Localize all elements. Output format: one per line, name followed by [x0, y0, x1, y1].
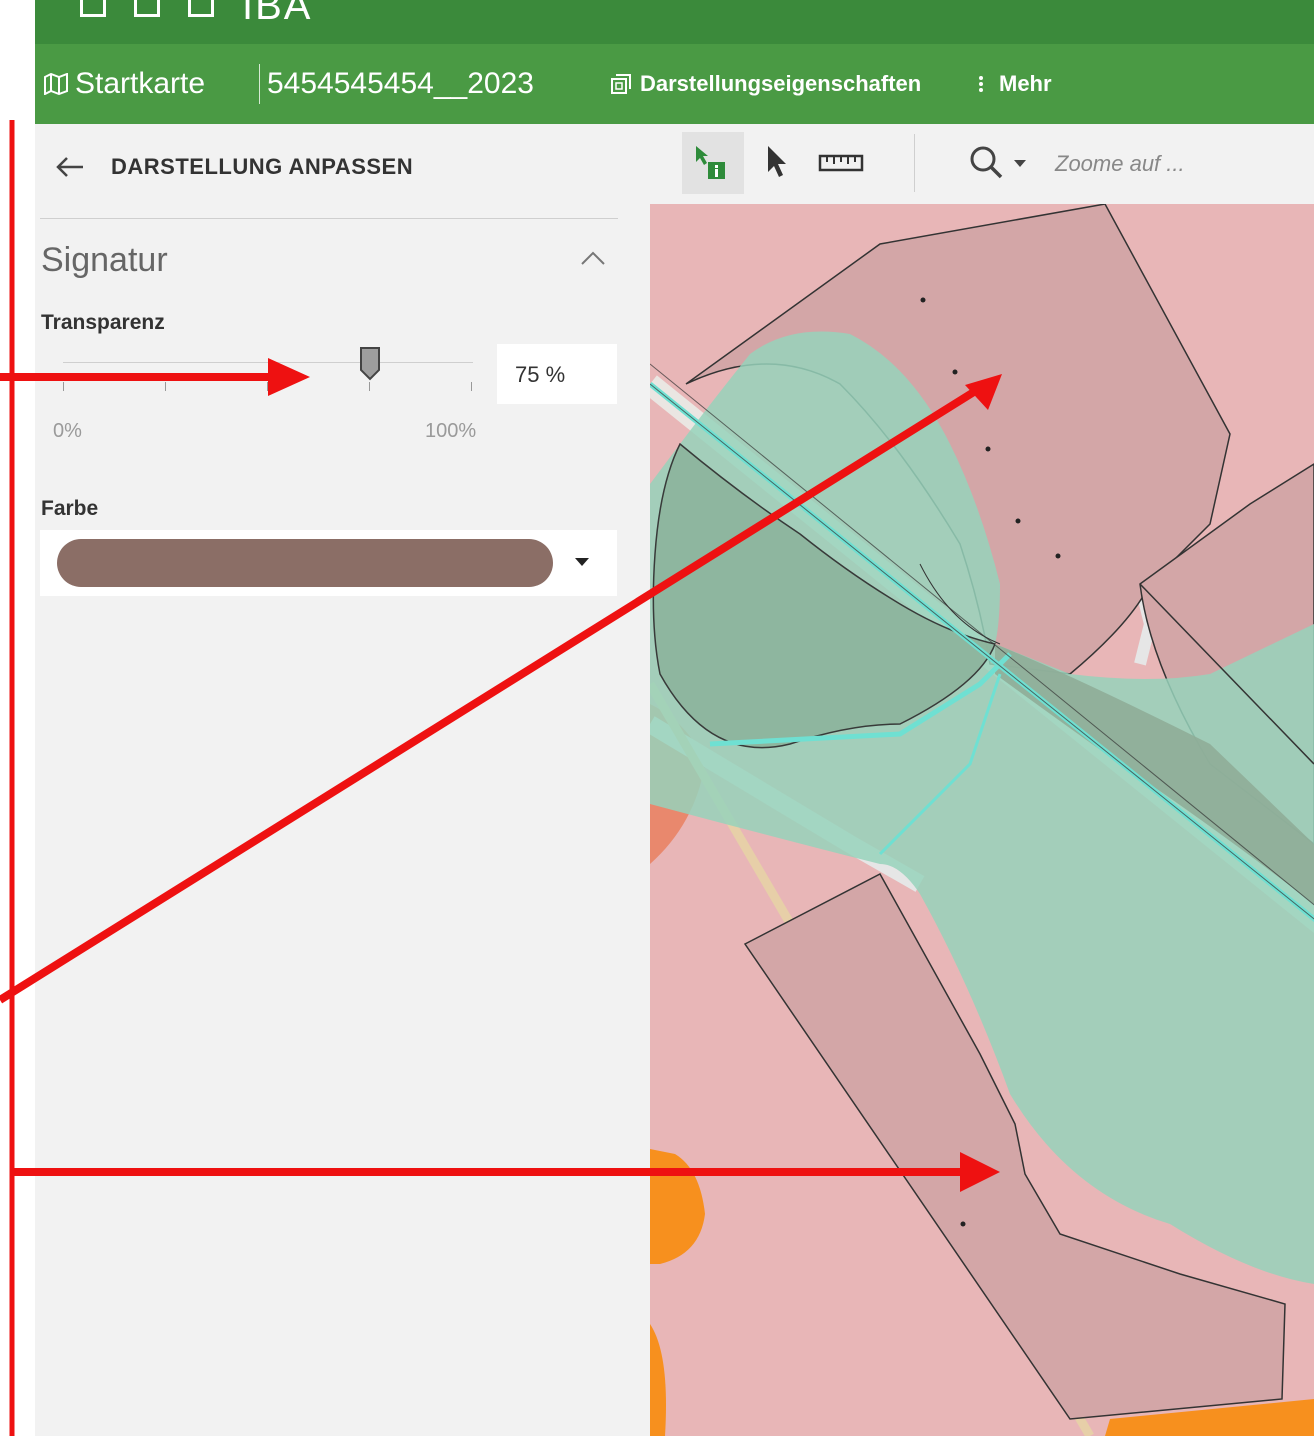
menu-icon[interactable]	[80, 0, 106, 17]
map-book-icon[interactable]	[188, 0, 214, 17]
brand-title: IBA	[242, 0, 313, 28]
transparency-slider-track[interactable]	[63, 362, 473, 363]
map-point	[1055, 553, 1061, 559]
zoom-search-input[interactable]: Zoome auf ...	[1055, 151, 1185, 177]
color-picker[interactable]	[40, 530, 617, 596]
transparency-value: 75 %	[515, 362, 566, 387]
top-bar: IBA	[35, 0, 1314, 44]
layers-icon	[611, 74, 631, 94]
project-title[interactable]: 5454545454__2023	[267, 44, 534, 124]
map-orange-area	[650, 1149, 705, 1264]
panel-separator	[40, 218, 618, 219]
toolbar-separator	[914, 134, 915, 192]
map-point	[960, 1221, 966, 1227]
slider-min-label: 0%	[53, 420, 82, 442]
info-select-tool[interactable]	[682, 132, 744, 194]
back-button[interactable]: DARSTELLUNG ANPASSEN	[55, 154, 413, 180]
app-window: IBA Startkarte 5454545454__2023 Darstell…	[35, 0, 1314, 1436]
slider-tick	[471, 382, 472, 391]
startkarte-label: Startkarte	[75, 67, 206, 100]
map-orange-area	[650, 1324, 666, 1436]
slider-tick	[63, 382, 64, 391]
map-point	[985, 446, 991, 452]
slider-tick	[369, 382, 370, 391]
transparency-slider-thumb[interactable]	[359, 346, 381, 382]
sub-bar: Startkarte 5454545454__2023 Darstellungs…	[35, 44, 1314, 124]
ruler-icon[interactable]	[818, 152, 864, 174]
kebab-icon	[979, 76, 983, 92]
dropdown-caret-icon[interactable]	[575, 558, 589, 566]
panel-heading: DARSTELLUNG ANPASSEN	[111, 154, 414, 179]
map-point	[1015, 518, 1021, 524]
brand: IBA	[80, 0, 312, 29]
back-arrow-icon	[56, 157, 83, 177]
more-button[interactable]: Mehr	[977, 44, 1052, 124]
transparency-input[interactable]: 75 %	[497, 344, 617, 404]
map-canvas[interactable]	[650, 204, 1314, 1436]
map-toolbar: Zoome auf ...	[650, 124, 1314, 204]
map-view[interactable]	[650, 204, 1314, 1436]
map-point	[920, 297, 926, 303]
style-panel: DARSTELLUNG ANPASSEN Signatur Transparen…	[35, 124, 650, 1436]
search-icon[interactable]	[968, 144, 1038, 184]
subbar-divider	[259, 64, 260, 104]
chevron-up-icon[interactable]	[580, 250, 606, 266]
slider-tick	[267, 382, 268, 391]
pointer-icon[interactable]	[760, 142, 790, 182]
more-label: Mehr	[999, 71, 1052, 96]
startkarte-button[interactable]: Startkarte	[43, 44, 205, 124]
map-point	[952, 369, 958, 375]
list-icon[interactable]	[134, 0, 160, 17]
section-title: Signatur	[41, 241, 168, 279]
info-select-icon	[696, 146, 725, 179]
color-label: Farbe	[41, 497, 99, 520]
slider-max-label: 100%	[425, 420, 477, 442]
transparency-label: Transparenz	[41, 311, 165, 334]
display-properties-label: Darstellungseigenschaften	[640, 71, 922, 96]
map-icon	[44, 73, 68, 95]
color-swatch[interactable]	[57, 539, 553, 587]
project-label: 5454545454__2023	[267, 67, 534, 100]
slider-tick	[165, 382, 166, 391]
display-properties-button[interactable]: Darstellungseigenschaften	[610, 44, 921, 124]
